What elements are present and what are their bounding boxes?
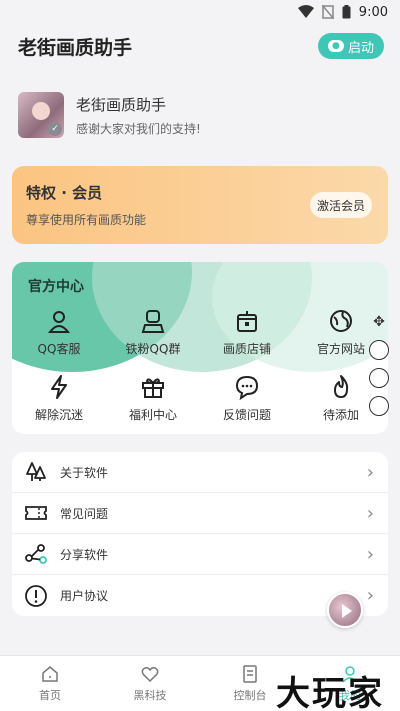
home-icon [42,666,58,682]
official-grid: QQ客服 铁粉QQ群 画质店铺 官方网站 解除沉迷 福利中心 反馈问题 待添加 [12,308,388,432]
app-bar: 老街画质助手 ● 启动 [0,24,400,68]
status-bar: 9:00 [0,0,400,24]
profile-subtitle: 感谢大家对我们的支持! [76,121,201,136]
profile-name: 老街画质助手 [76,95,167,114]
gift-icon [142,378,164,398]
ticket-icon [25,506,47,520]
lightning-icon [51,375,67,399]
wifi-icon [297,5,314,18]
launch-button-label: 启动 [347,40,374,56]
share-icon [25,544,47,564]
avatar[interactable]: ✓ [18,92,64,138]
chevron-right-icon: › [366,461,374,483]
chevron-right-icon: › [366,585,374,606]
person-icon [47,311,71,333]
tool-icon-1[interactable] [369,340,389,360]
globe-icon [330,310,352,332]
group-icon [141,310,165,333]
floating-play-button[interactable] [327,592,363,628]
shield-icon: ✓ [48,122,62,136]
trees-icon [26,462,46,481]
chevron-right-icon: › [366,543,374,565]
grid-item-store[interactable]: 画质店铺 [200,308,294,366]
battery-icon [342,5,351,19]
list-item-share[interactable]: 分享软件 › [12,534,388,575]
grid-item-qq-service[interactable]: QQ客服 [12,308,106,366]
tool-icon-3[interactable] [369,396,389,416]
side-toolbar: ✥ [368,312,390,422]
page-title: 老街画质助手 [18,36,133,59]
heart-icon [141,667,159,683]
chat-bubble-icon [235,375,259,400]
settings-list: 关于软件 › 常见问题 › 分享软件 › 用户协议 › [12,452,388,616]
tab-black-tech[interactable]: 黑科技 [100,656,200,711]
list-item-about[interactable]: 关于软件 › [12,452,388,493]
grid-item-anti-addiction[interactable]: 解除沉迷 [12,374,106,432]
toggle-icon: ● [327,40,344,52]
flame-icon [334,375,349,398]
tab-home[interactable]: 首页 [0,656,100,711]
signal-off-icon [321,5,334,19]
tool-icon-2[interactable] [369,368,389,388]
move-icon[interactable]: ✥ [369,312,389,332]
official-center-title: 官方中心 [28,279,84,295]
activate-vip-button[interactable]: 激活会员 [310,192,372,218]
chevron-right-icon: › [366,502,374,524]
status-time: 9:00 [358,4,388,20]
grid-item-feedback[interactable]: 反馈问题 [200,374,294,432]
launch-button[interactable]: ● 启动 [318,33,384,59]
list-item-faq[interactable]: 常见问题 › [12,493,388,534]
grid-item-fan-group[interactable]: 铁粉QQ群 [106,308,200,366]
info-icon [25,584,47,607]
profile-section[interactable]: ✓ 老街画质助手 感谢大家对我们的支持! [18,92,388,138]
official-center-card: 官方中心 QQ客服 铁粉QQ群 画质店铺 官方网站 解除沉迷 福利中心 反馈问题 [12,262,388,434]
watermark-text: 大玩家 [276,674,384,711]
store-icon [237,311,257,332]
document-icon [243,665,257,683]
grid-item-welfare[interactable]: 福利中心 [106,374,200,432]
avatar-face [32,102,50,120]
vip-card[interactable]: 特权 · 会员 尊享使用所有画质功能 激活会员 [12,166,388,244]
